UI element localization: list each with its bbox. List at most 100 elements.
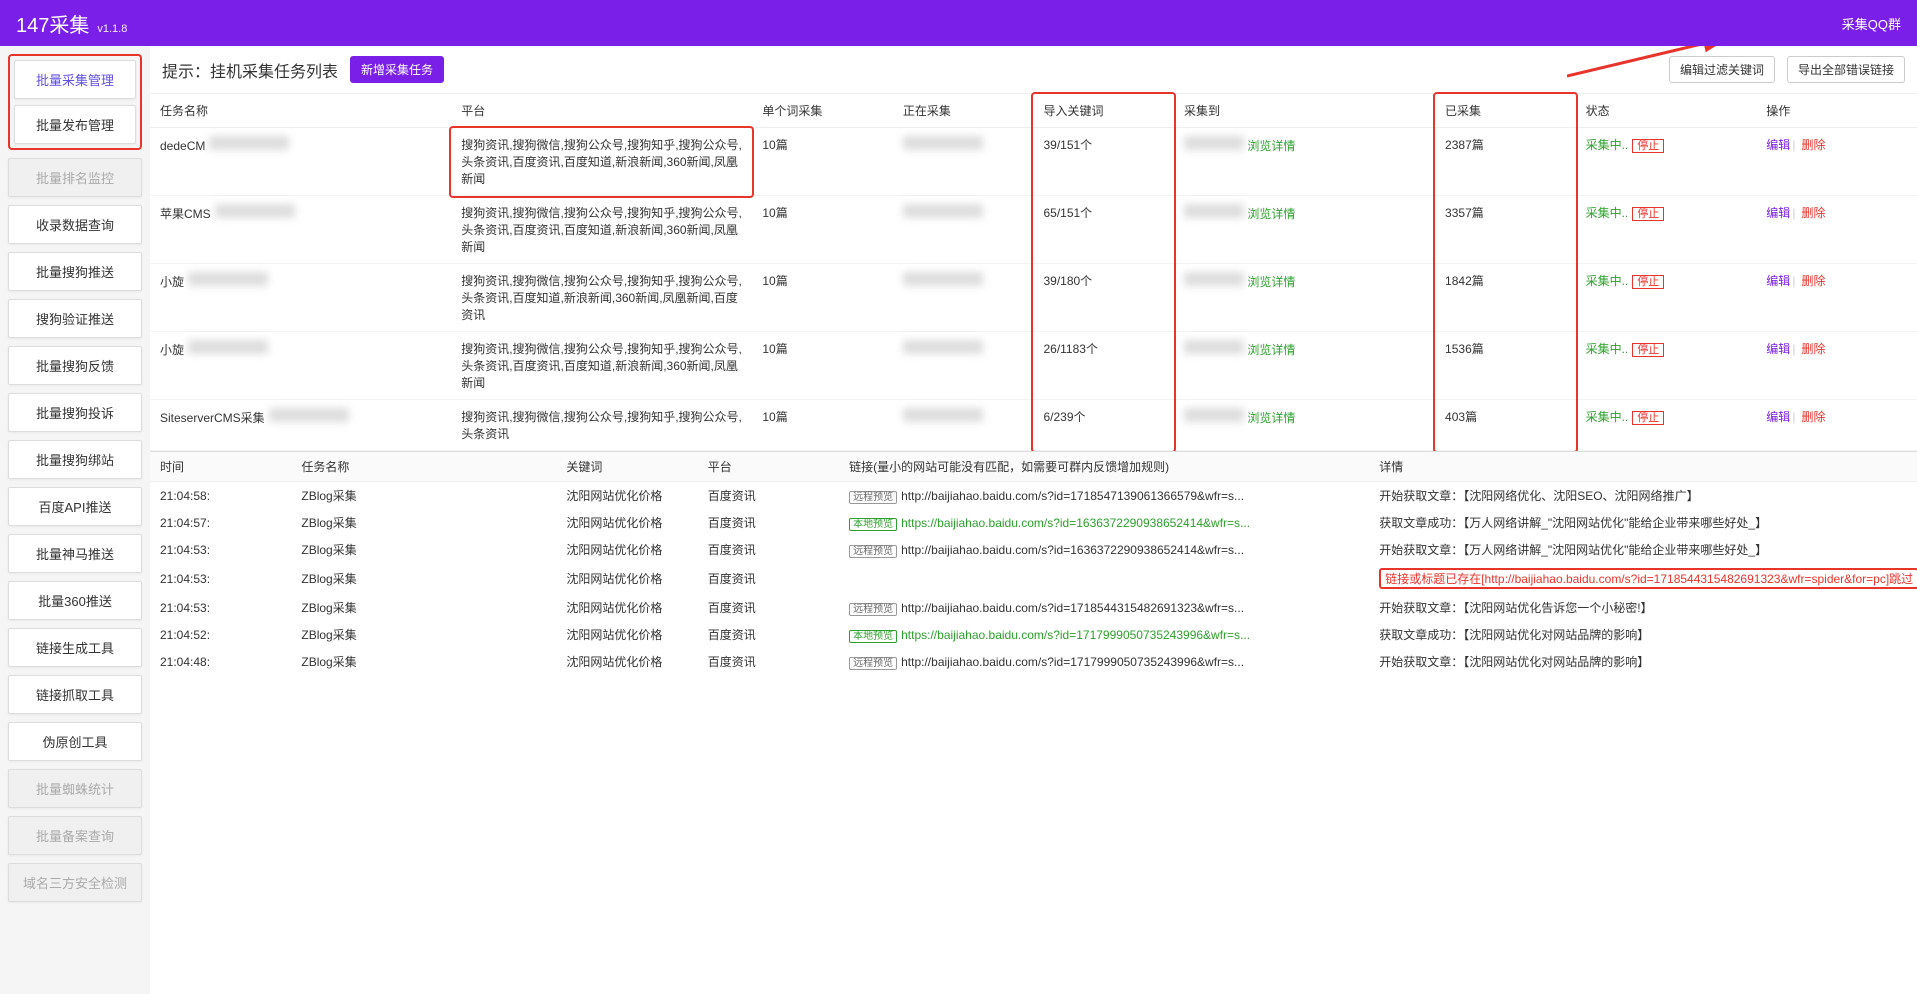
log-row: 21:04:53:ZBlog采集沈阳网站优化价格百度资讯远程预览http://b… (150, 536, 1917, 563)
task-header: 操作 (1756, 94, 1917, 128)
edit-filter-button[interactable]: 编辑过滤关键词 (1669, 56, 1775, 83)
sidebar-item[interactable]: 批量搜狗绑站 (8, 440, 142, 479)
task-header: 状态 (1576, 94, 1757, 128)
export-errors-button[interactable]: 导出全部错误链接 (1787, 56, 1905, 83)
log-url[interactable]: 远程预览http://baijiahao.baidu.com/s?id=1718… (839, 482, 1369, 509)
stop-button[interactable]: 停止 (1632, 411, 1664, 425)
task-name: dedeCM (150, 128, 451, 196)
task-platform: 搜狗资讯,搜狗微信,搜狗公众号,搜狗知乎,搜狗公众号,头条资讯,百度知道,新浪新… (451, 264, 752, 332)
remote-badge: 远程预览 (849, 545, 897, 558)
stop-button[interactable]: 停止 (1632, 139, 1664, 153)
task-header: 导入关键词 (1033, 94, 1174, 128)
log-task: ZBlog采集 (291, 509, 556, 536)
log-keyword: 沈阳网站优化价格 (556, 648, 697, 675)
delete-button[interactable]: 删除 (1801, 342, 1825, 356)
log-scroll[interactable]: 21:04:58:ZBlog采集沈阳网站优化价格百度资讯远程预览http://b… (150, 482, 1917, 994)
log-header: 任务名称 (291, 452, 556, 482)
task-status: 采集中..停止 (1576, 264, 1757, 332)
task-to: 浏览详情 (1174, 264, 1435, 332)
sidebar-item[interactable]: 批量神马推送 (8, 534, 142, 573)
task-header: 任务名称 (150, 94, 451, 128)
qq-group-link[interactable]: 采集QQ群 (1842, 14, 1901, 33)
sidebar-item[interactable]: 百度API推送 (8, 487, 142, 526)
sidebar-item-batch-publish[interactable]: 批量发布管理 (14, 105, 136, 144)
log-keyword: 沈阳网站优化价格 (556, 594, 697, 621)
task-single: 10篇 (752, 264, 893, 332)
sidebar-highlight-group: 批量采集管理 批量发布管理 (8, 54, 142, 150)
stop-button[interactable]: 停止 (1632, 207, 1664, 221)
edit-button[interactable]: 编辑 (1766, 274, 1790, 288)
log-detail-highlight: 链接或标题已存在[http://baijiahao.baidu.com/s?id… (1379, 568, 1917, 589)
log-url[interactable] (839, 563, 1369, 594)
sidebar-item[interactable]: 收录数据查询 (8, 205, 142, 244)
log-url[interactable]: 本地预览https://baijiahao.baidu.com/s?id=171… (839, 621, 1369, 648)
page-title: 提示：挂机采集任务列表 (162, 58, 338, 82)
log-area: 时间任务名称关键词平台链接(量小的网站可能没有匹配，如需要可群内反馈增加规则)详… (150, 451, 1917, 994)
sidebar-item[interactable]: 批量搜狗投诉 (8, 393, 142, 432)
sidebar: 批量采集管理 批量发布管理 批量排名监控收录数据查询批量搜狗推送搜狗验证推送批量… (0, 46, 150, 994)
detail-link[interactable]: 浏览详情 (1247, 207, 1295, 221)
edit-button[interactable]: 编辑 (1766, 138, 1790, 152)
log-url[interactable]: 远程预览http://baijiahao.baidu.com/s?id=1717… (839, 648, 1369, 675)
detail-link[interactable]: 浏览详情 (1247, 275, 1295, 289)
task-import: 65/151个 (1033, 196, 1174, 264)
task-header: 平台 (451, 94, 752, 128)
task-header: 已采集 (1435, 94, 1576, 128)
sidebar-item[interactable]: 链接抓取工具 (8, 675, 142, 714)
log-keyword: 沈阳网站优化价格 (556, 563, 697, 594)
task-to: 浏览详情 (1174, 400, 1435, 451)
sidebar-item[interactable]: 批量360推送 (8, 581, 142, 620)
log-url[interactable]: 远程预览http://baijiahao.baidu.com/s?id=1718… (839, 594, 1369, 621)
detail-link[interactable]: 浏览详情 (1247, 139, 1295, 153)
log-task: ZBlog采集 (291, 648, 556, 675)
log-keyword: 沈阳网站优化价格 (556, 482, 697, 509)
log-url[interactable]: 本地预览https://baijiahao.baidu.com/s?id=163… (839, 509, 1369, 536)
remote-badge: 远程预览 (849, 603, 897, 616)
edit-button[interactable]: 编辑 (1766, 206, 1790, 220)
log-task: ZBlog采集 (291, 594, 556, 621)
delete-button[interactable]: 删除 (1801, 274, 1825, 288)
task-platform: 搜狗资讯,搜狗微信,搜狗公众号,搜狗知乎,搜狗公众号,头条资讯,百度资讯,百度知… (451, 128, 752, 196)
sidebar-item-batch-collect[interactable]: 批量采集管理 (14, 60, 136, 99)
sidebar-item: 域名三方安全检测 (8, 863, 142, 902)
sidebar-item[interactable]: 搜狗验证推送 (8, 299, 142, 338)
sidebar-item[interactable]: 批量搜狗反馈 (8, 346, 142, 385)
task-platform: 搜狗资讯,搜狗微信,搜狗公众号,搜狗知乎,搜狗公众号,头条资讯,百度资讯,百度知… (451, 196, 752, 264)
log-row: 21:04:53:ZBlog采集沈阳网站优化价格百度资讯远程预览http://b… (150, 594, 1917, 621)
delete-button[interactable]: 删除 (1801, 410, 1825, 424)
detail-link[interactable]: 浏览详情 (1247, 343, 1295, 357)
detail-link[interactable]: 浏览详情 (1247, 411, 1295, 425)
stop-button[interactable]: 停止 (1632, 275, 1664, 289)
task-to: 浏览详情 (1174, 332, 1435, 400)
task-import: 26/1183个 (1033, 332, 1174, 400)
sidebar-item[interactable]: 批量搜狗推送 (8, 252, 142, 291)
task-single: 10篇 (752, 128, 893, 196)
log-platform: 百度资讯 (698, 648, 839, 675)
delete-button[interactable]: 删除 (1801, 206, 1825, 220)
delete-button[interactable]: 删除 (1801, 138, 1825, 152)
task-done: 1842篇 (1435, 264, 1576, 332)
log-platform: 百度资讯 (698, 536, 839, 563)
task-doing (893, 332, 1034, 400)
task-single: 10篇 (752, 332, 893, 400)
task-row: SiteserverCMS采集搜狗资讯,搜狗微信,搜狗公众号,搜狗知乎,搜狗公众… (150, 400, 1917, 451)
log-task: ZBlog采集 (291, 482, 556, 509)
sidebar-item: 批量排名监控 (8, 158, 142, 197)
task-import: 39/151个 (1033, 128, 1174, 196)
edit-button[interactable]: 编辑 (1766, 342, 1790, 356)
sidebar-item: 批量蜘蛛统计 (8, 769, 142, 808)
stop-button[interactable]: 停止 (1632, 343, 1664, 357)
task-doing (893, 128, 1034, 196)
sidebar-item[interactable]: 伪原创工具 (8, 722, 142, 761)
task-op: 编辑|删除 (1756, 128, 1917, 196)
log-platform: 百度资讯 (698, 594, 839, 621)
log-url[interactable]: 远程预览http://baijiahao.baidu.com/s?id=1636… (839, 536, 1369, 563)
task-name: 苹果CMS (150, 196, 451, 264)
edit-button[interactable]: 编辑 (1766, 410, 1790, 424)
sidebar-item[interactable]: 链接生成工具 (8, 628, 142, 667)
task-platform: 搜狗资讯,搜狗微信,搜狗公众号,搜狗知乎,搜狗公众号,头条资讯,百度资讯,百度知… (451, 332, 752, 400)
task-op: 编辑|删除 (1756, 332, 1917, 400)
new-task-button[interactable]: 新增采集任务 (350, 56, 444, 83)
task-table: 任务名称平台单个词采集正在采集导入关键词采集到已采集状态操作 dedeCM搜狗资… (150, 94, 1917, 451)
main-panel: 提示：挂机采集任务列表 新增采集任务 编辑过滤关键词 导出全部错误链接 任务名称… (150, 46, 1917, 994)
